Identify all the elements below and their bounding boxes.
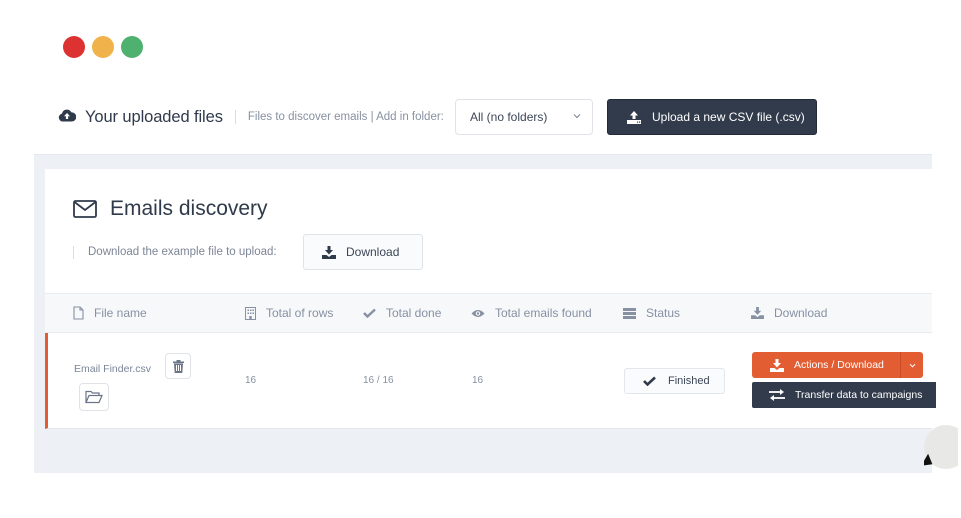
- envelope-icon: [73, 200, 97, 218]
- cloud-upload-icon: [58, 108, 76, 126]
- folder-select-value: All (no folders): [470, 110, 548, 124]
- column-total-rows[interactable]: Total of rows: [245, 294, 333, 332]
- transfer-to-campaigns-button[interactable]: Transfer data to campaigns: [752, 382, 936, 408]
- actions-dropdown-toggle[interactable]: [900, 352, 923, 378]
- exchange-icon: [769, 389, 785, 401]
- divider: [234, 110, 236, 124]
- card-title: Emails discovery: [73, 197, 268, 221]
- page-title: Your uploaded files: [85, 107, 223, 126]
- transfer-label: Transfer data to campaigns: [795, 389, 923, 401]
- chevron-down-icon: [573, 111, 581, 121]
- column-total-done[interactable]: Total done: [363, 294, 441, 332]
- trash-icon: [172, 359, 184, 373]
- table-row: Email Finder.csv 16 16 / 16 16 Finished …: [45, 333, 936, 429]
- column-label: Status: [646, 306, 681, 320]
- window-controls: [63, 36, 143, 58]
- header-subtitle: Files to discover emails | Add in folder…: [247, 111, 444, 123]
- actions-download-button[interactable]: Actions / Download: [752, 352, 900, 378]
- example-label: Download the example file to upload:: [88, 246, 277, 258]
- download-example-label: Download: [346, 245, 400, 259]
- files-header: Your uploaded files Files to discover em…: [58, 99, 444, 135]
- column-label: Total done: [386, 306, 442, 320]
- column-download[interactable]: Download: [751, 294, 827, 332]
- status-badge[interactable]: Finished: [624, 368, 725, 394]
- table-header: File name Total of rows Total done Total…: [45, 293, 932, 333]
- upload-csv-label: Upload a new CSV file (.csv): [652, 110, 805, 124]
- download-example-button[interactable]: Download: [303, 234, 423, 270]
- content-panel: Emails discovery Download the example fi…: [34, 154, 936, 473]
- floating-chat-button[interactable]: [924, 425, 958, 473]
- divider: [73, 245, 74, 259]
- check-icon: [363, 308, 376, 318]
- delete-file-button[interactable]: [165, 353, 191, 379]
- column-label: Download: [774, 306, 828, 320]
- column-label: Total emails found: [495, 306, 592, 320]
- column-emails-found[interactable]: Total emails found: [471, 294, 592, 332]
- upload-csv-button[interactable]: Upload a new CSV file (.csv): [607, 99, 817, 135]
- server-icon: [623, 307, 636, 319]
- check-icon: [643, 376, 656, 386]
- minimize-window-button[interactable]: [92, 36, 114, 58]
- close-window-button[interactable]: [63, 36, 85, 58]
- eye-icon: [471, 309, 485, 317]
- building-icon: [245, 306, 256, 320]
- column-label: File name: [94, 306, 147, 320]
- emails-discovery-card: Emails discovery Download the example fi…: [45, 169, 936, 429]
- column-label: Total of rows: [266, 306, 334, 320]
- card-title-text: Emails discovery: [110, 197, 268, 220]
- download-icon: [322, 245, 336, 259]
- status-text: Finished: [668, 375, 710, 387]
- column-file-name[interactable]: File name: [73, 294, 147, 332]
- actions-download-label: Actions / Download: [794, 359, 884, 371]
- folder-open-icon: [85, 390, 103, 404]
- emails-found-value: 16: [472, 375, 484, 386]
- download-icon: [770, 358, 784, 372]
- file-icon: [73, 306, 84, 320]
- column-status[interactable]: Status: [623, 294, 680, 332]
- maximize-window-button[interactable]: [121, 36, 143, 58]
- chevron-down-icon: [909, 363, 915, 367]
- folder-select[interactable]: All (no folders): [455, 99, 593, 135]
- file-name: Email Finder.csv: [74, 363, 152, 375]
- total-done-value: 16 / 16: [363, 375, 394, 386]
- example-download-row: Download the example file to upload:: [73, 235, 277, 269]
- total-rows-value: 16: [245, 375, 257, 386]
- upload-icon: [627, 110, 641, 124]
- download-icon: [751, 307, 764, 319]
- move-to-folder-button[interactable]: [79, 383, 109, 411]
